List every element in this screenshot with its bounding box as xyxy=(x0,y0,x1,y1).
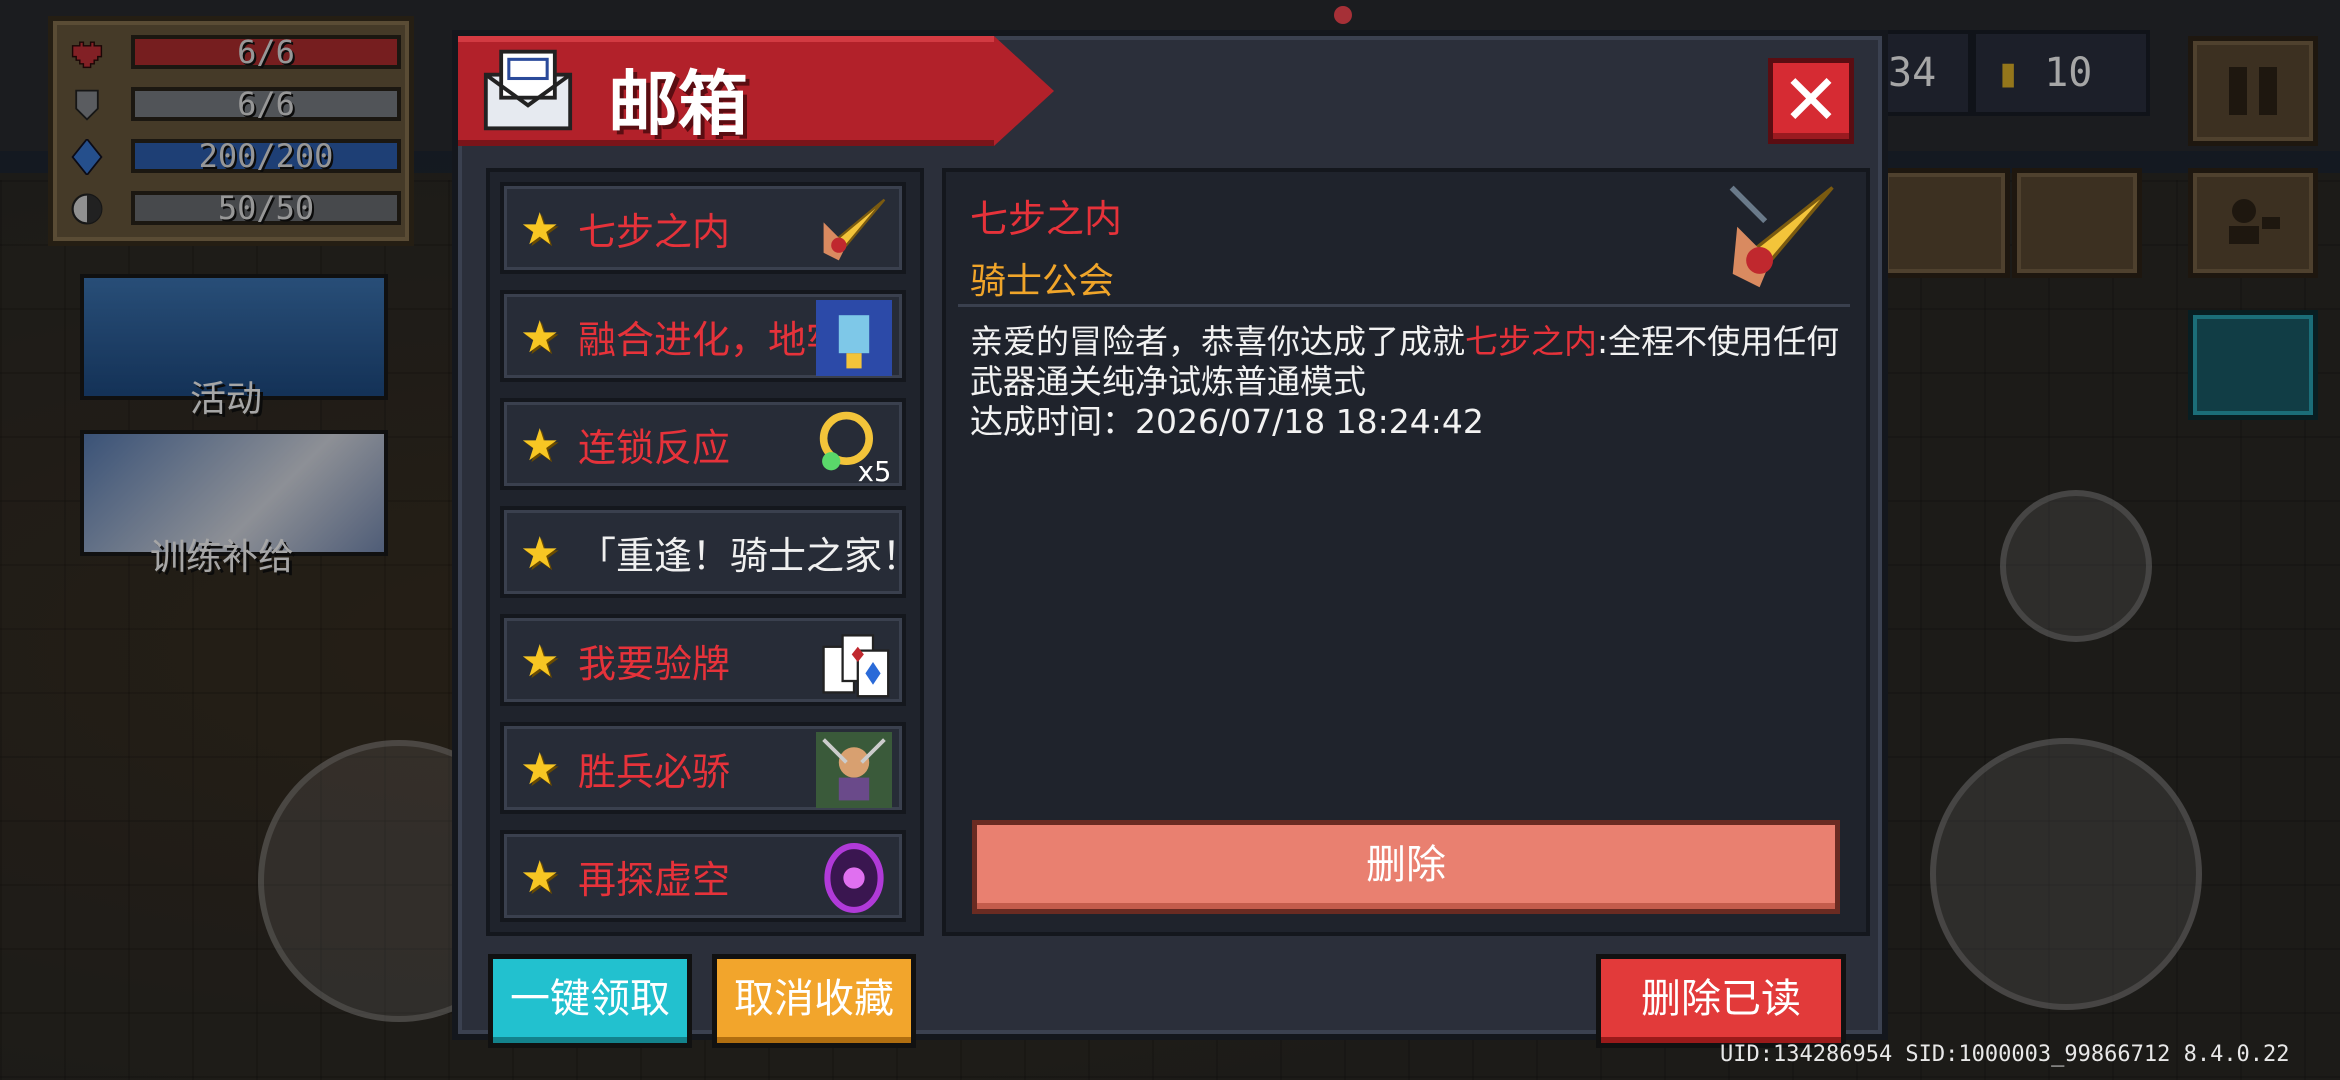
mail-body: 亲爱的冒险者，恭喜你达成了成就七步之内:全程不使用任何武器通关纯净试炼普通模式 … xyxy=(970,322,1850,442)
mail-item[interactable]: ★ 再探虚空 xyxy=(500,830,906,922)
star-icon: ★ xyxy=(520,204,560,255)
mail-item[interactable]: ★ 融合进化，地牢 xyxy=(500,290,906,382)
delete-read-button[interactable]: 删除已读 xyxy=(1596,954,1846,1048)
mail-item[interactable]: ★ 我要验牌 xyxy=(500,614,906,706)
close-button[interactable]: ✕ xyxy=(1768,58,1854,144)
soldier-icon xyxy=(816,732,892,808)
mailbox-dialog: 邮箱 ✕ ★ 七步之内 ★ 融合进化，地牢 ★ 连锁反应 x5 ★ 「重逢！骑士… xyxy=(452,30,1888,1048)
mail-item-title: 连锁反应 xyxy=(578,426,731,470)
cards-icon xyxy=(822,634,890,698)
unfavorite-button[interactable]: 取消收藏 xyxy=(712,954,916,1048)
mail-detail-header: 七步之内 骑士公会 xyxy=(958,172,1850,307)
star-icon: ★ xyxy=(520,744,560,795)
uid-label: UID:134286954 SID:1000003_99866712 8.4.0… xyxy=(1720,1042,2290,1067)
star-icon: ★ xyxy=(520,636,560,687)
close-icon: ✕ xyxy=(1781,59,1841,141)
mailbox-title: 邮箱 xyxy=(608,63,748,145)
mailbox-header: 邮箱 xyxy=(458,36,1054,146)
sword-slash-icon xyxy=(823,198,886,261)
svg-text:x5: x5 xyxy=(858,457,892,484)
mail-item-title: 胜兵必骄 xyxy=(578,750,731,794)
mail-item[interactable]: ★ 胜兵必骄 xyxy=(500,722,906,814)
mail-item-title: 融合进化，地牢 xyxy=(578,318,818,362)
mail-item-title: 七步之内 xyxy=(578,210,731,254)
star-icon: ★ xyxy=(520,852,560,903)
void-portal-icon xyxy=(824,843,884,913)
sword-slash-icon xyxy=(1729,185,1834,288)
achievement-time: 达成时间：2026/07/18 18:24:42 xyxy=(970,402,1484,441)
star-icon: ★ xyxy=(520,420,560,471)
achievement-name: 七步之内 xyxy=(1465,322,1597,361)
mail-detail-panel: 七步之内 骑士公会 亲爱的冒险者，恭喜你达成了成就七步之内:全程不使用任何武器通… xyxy=(942,168,1870,936)
mail-item[interactable]: ★ 七步之内 xyxy=(500,182,906,274)
mail-sender: 骑士公会 xyxy=(970,261,1115,302)
mail-body-text: 亲爱的冒险者，恭喜你达成了成就 xyxy=(970,322,1465,361)
mail-envelope-icon xyxy=(483,49,573,131)
delete-button[interactable]: 删除 xyxy=(972,820,1840,914)
chain-x5-icon: x5 xyxy=(819,411,892,484)
mail-item[interactable]: ★ 连锁反应 x5 xyxy=(500,398,906,490)
star-icon: ★ xyxy=(520,312,560,363)
mail-item[interactable]: ★ 「重逢！骑士之家！ xyxy=(500,506,906,598)
robot-card-icon xyxy=(816,300,892,376)
mail-detail-title: 七步之内 xyxy=(970,197,1123,241)
star-icon: ★ xyxy=(520,528,560,579)
claim-all-button[interactable]: 一键领取 xyxy=(488,954,692,1048)
mail-item-title: 「重逢！骑士之家！ xyxy=(578,534,898,578)
mail-item-title: 再探虚空 xyxy=(578,858,731,902)
mail-list[interactable]: ★ 七步之内 ★ 融合进化，地牢 ★ 连锁反应 x5 ★ 「重逢！骑士之家！ ★… xyxy=(486,168,924,936)
mail-item-title: 我要验牌 xyxy=(578,642,731,686)
